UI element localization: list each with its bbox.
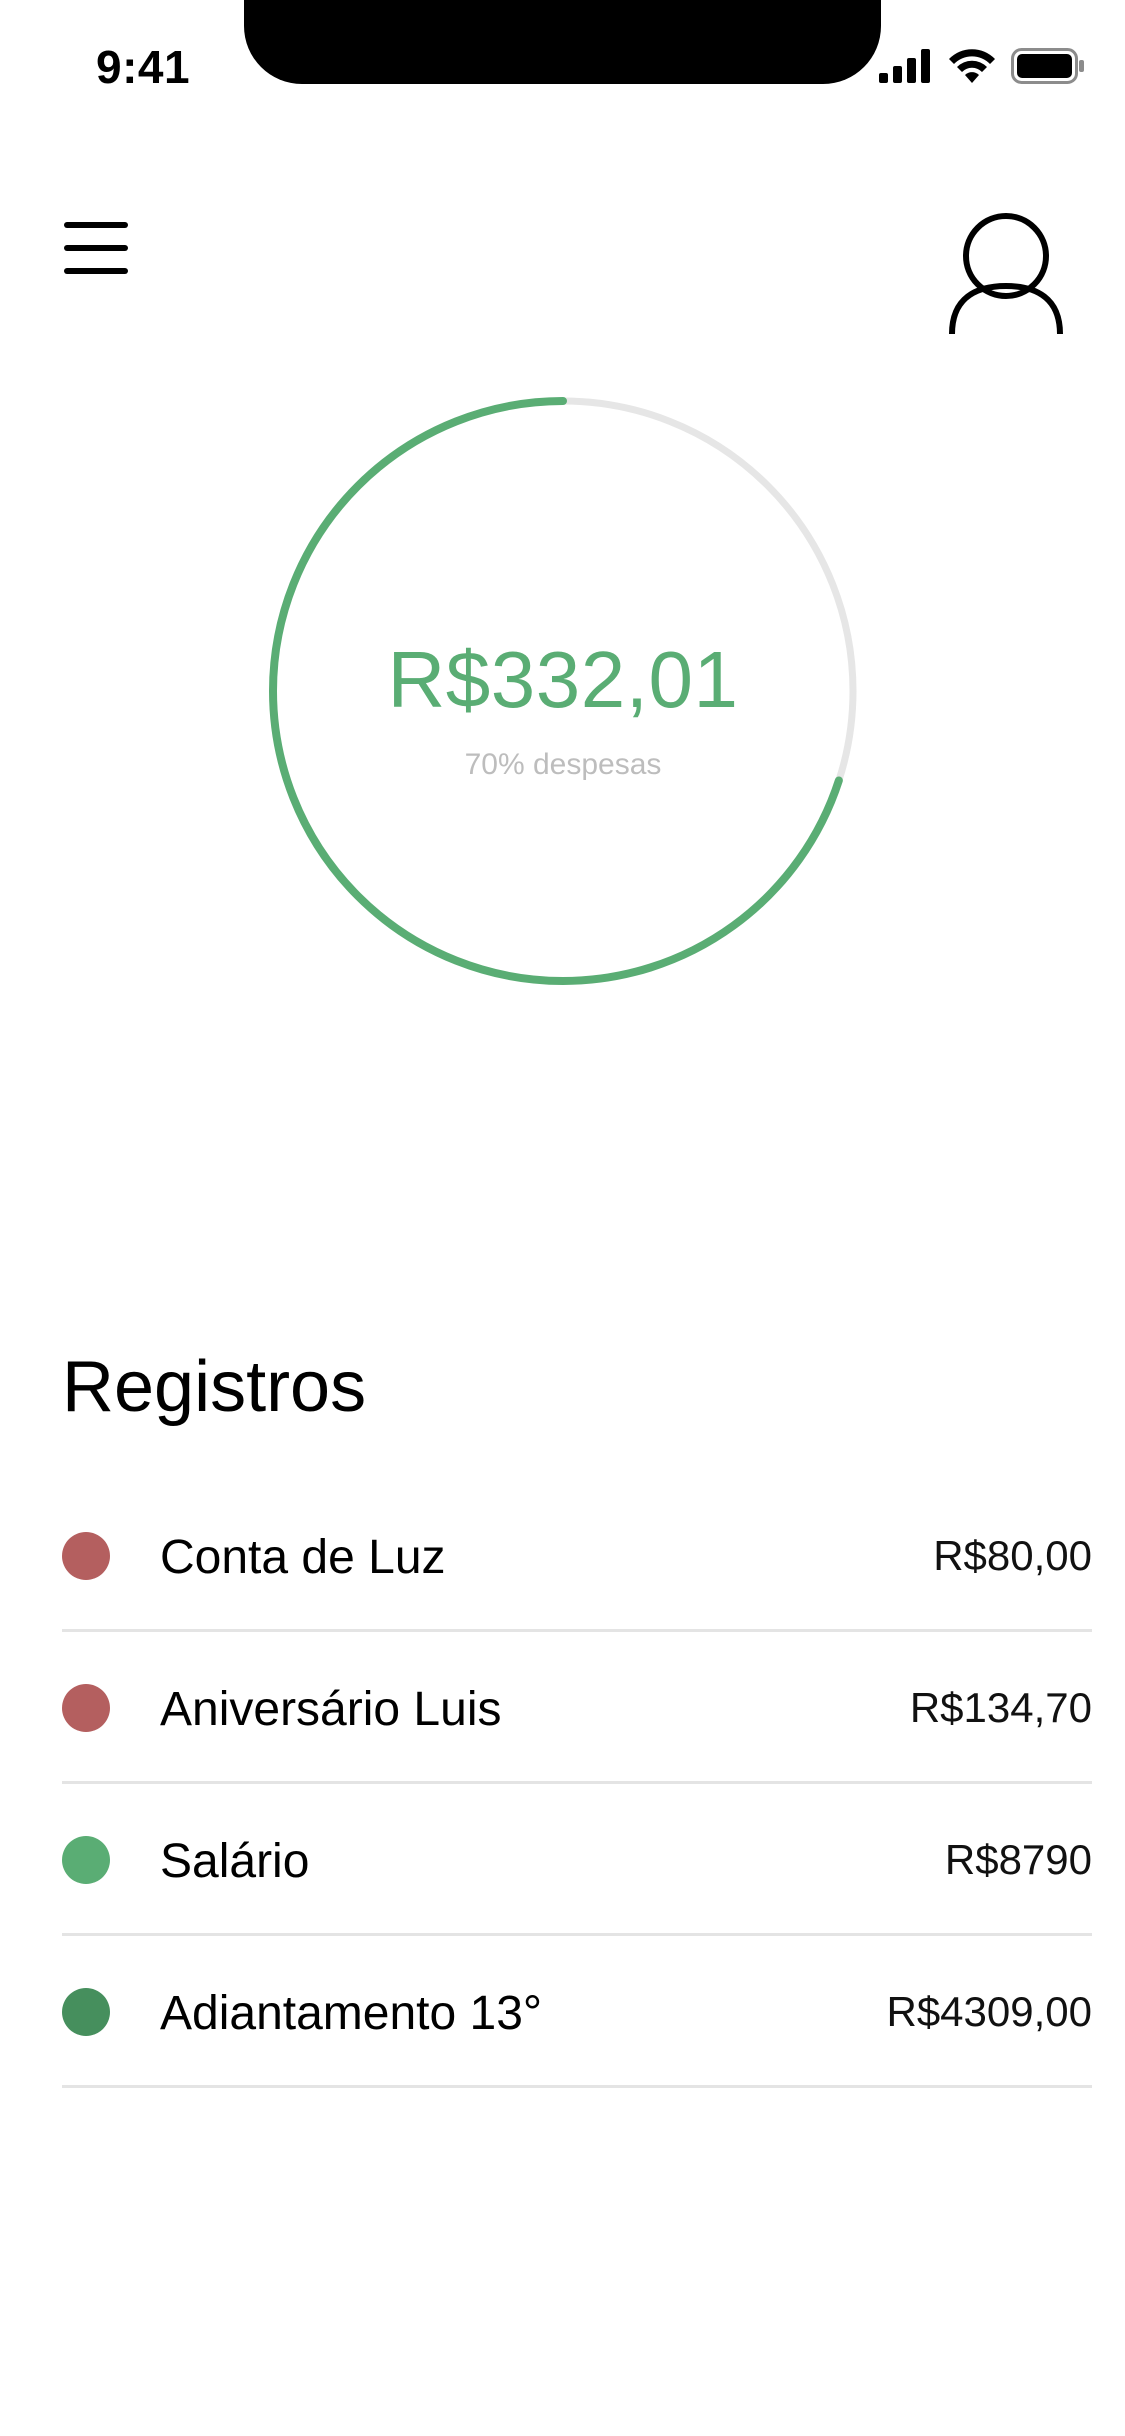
- record-name: Salário: [160, 1835, 310, 1888]
- profile-button[interactable]: [946, 200, 1066, 340]
- record-name: Aniversário Luis: [160, 1683, 502, 1736]
- balance-ring: R$332,01 70% despesas: [268, 396, 858, 986]
- category-dot: [62, 1684, 110, 1732]
- records-list: Conta de Luz R$80,00 Aniversário Luis R$…: [62, 1480, 1092, 2088]
- record-value: R$134,70: [909, 1684, 1092, 1731]
- category-dot: [62, 1988, 110, 2036]
- category-dot: [62, 1836, 110, 1884]
- hamburger-menu-icon-line: [64, 268, 128, 274]
- list-item[interactable]: Conta de Luz R$80,00: [62, 1480, 1092, 1632]
- menu-button[interactable]: [64, 222, 130, 274]
- cellular-signal-icon: [879, 49, 930, 83]
- list-item[interactable]: Salário R$8790: [62, 1784, 1092, 1936]
- battery-icon: [1011, 48, 1084, 84]
- status-bar: 9:41: [0, 0, 1125, 140]
- record-value: R$8790: [944, 1836, 1092, 1883]
- records-title: Registros: [62, 1347, 367, 1427]
- balance-amount: R$332,01: [387, 635, 739, 724]
- wifi-icon: [949, 49, 995, 83]
- list-item[interactable]: Aniversário Luis R$134,70: [62, 1632, 1092, 1784]
- status-icons: [879, 48, 1085, 84]
- balance-subtitle: 70% despesas: [464, 748, 662, 781]
- hamburger-menu-icon: [64, 222, 128, 228]
- list-item[interactable]: Adiantamento 13° R$4309,00: [62, 1936, 1092, 2088]
- record-value: R$4309,00: [886, 1988, 1092, 2035]
- device-notch: [244, 0, 881, 84]
- record-name: Conta de Luz: [160, 1531, 446, 1584]
- record-name: Adiantamento 13°: [160, 1987, 543, 2040]
- record-value: R$80,00: [933, 1532, 1092, 1579]
- hamburger-menu-icon-line: [64, 245, 128, 251]
- status-time: 9:41: [96, 41, 191, 93]
- user-profile-icon: [949, 213, 1063, 335]
- category-dot: [62, 1532, 110, 1580]
